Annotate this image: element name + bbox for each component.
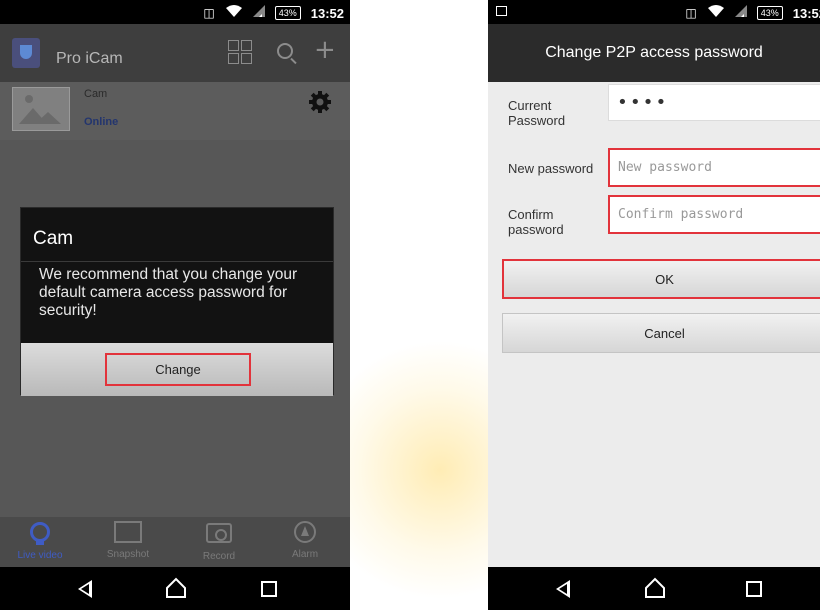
tab-snapshot[interactable]: Snapshot xyxy=(93,521,163,560)
search-icon xyxy=(277,43,293,59)
camera-settings-button[interactable] xyxy=(308,90,332,114)
recents-icon[interactable] xyxy=(261,581,277,597)
app-title: Pro iCam xyxy=(56,50,123,67)
grid-icon xyxy=(228,40,252,64)
home-icon[interactable] xyxy=(165,577,186,598)
confirm-password-label: Confirm password xyxy=(508,207,564,237)
phone-left-screen: ◫ 43% 13:52 Pro iCam + Cam Online Cam We… xyxy=(0,0,350,610)
camera-name: Cam xyxy=(84,88,108,100)
dialog-message: We recommend that you change your defaul… xyxy=(39,266,298,319)
clock: 13:52 xyxy=(310,5,344,21)
new-password-label: New password xyxy=(508,161,594,176)
bottom-tab-bar: Live video Snapshot Record Alarm xyxy=(0,517,350,567)
image-notification-icon xyxy=(496,6,507,16)
android-nav-bar xyxy=(488,567,820,610)
camera-status: Online xyxy=(84,116,119,128)
change-button[interactable]: Change xyxy=(105,353,251,386)
back-icon[interactable] xyxy=(556,580,570,598)
snapshot-icon xyxy=(114,521,142,543)
app-logo-icon xyxy=(12,38,40,68)
app-header: Pro iCam + xyxy=(0,24,350,82)
tab-label: Record xyxy=(202,551,236,562)
tab-label: Alarm xyxy=(291,549,319,560)
dialog-button-bar: Change xyxy=(21,343,333,396)
ok-button[interactable]: OK xyxy=(502,259,820,299)
status-bar: ◫ 43% 13:52 xyxy=(488,0,820,24)
android-nav-bar xyxy=(0,567,350,610)
search-button[interactable] xyxy=(277,40,293,59)
grid-view-button[interactable] xyxy=(228,40,252,64)
recents-icon[interactable] xyxy=(746,581,762,597)
phone-right-screen: ◫ 43% 13:52 Change P2P access password C… xyxy=(488,0,820,610)
tab-alarm[interactable]: Alarm xyxy=(270,521,340,560)
vibrate-icon: ◫ xyxy=(203,6,215,20)
live-video-icon xyxy=(30,522,50,545)
add-camera-button[interactable]: + xyxy=(314,35,336,65)
plus-icon: + xyxy=(314,35,336,65)
current-password-field[interactable]: •••• xyxy=(608,84,820,121)
back-icon[interactable] xyxy=(78,580,92,598)
wifi-icon xyxy=(707,4,725,22)
wifi-icon xyxy=(225,4,243,22)
battery-icon: 43% xyxy=(274,6,301,20)
clock: 13:52 xyxy=(792,5,820,21)
confirm-password-field[interactable]: Confirm password xyxy=(608,195,820,234)
dialog-divider xyxy=(21,261,333,262)
signal-icon xyxy=(734,5,747,21)
watermark xyxy=(350,300,488,610)
new-password-field[interactable]: New password xyxy=(608,148,820,187)
status-bar: ◫ 43% 13:52 xyxy=(0,0,350,24)
password-warning-dialog: Cam We recommend that you change your de… xyxy=(20,207,334,396)
dialog-title: Cam xyxy=(33,228,74,249)
signal-icon xyxy=(252,5,265,21)
tab-label: Live video xyxy=(17,550,63,561)
vibrate-icon: ◫ xyxy=(685,6,697,20)
camera-thumbnail-icon xyxy=(12,87,70,131)
tab-live-video[interactable]: Live video xyxy=(5,521,75,561)
alarm-icon xyxy=(294,521,316,543)
current-password-label: Current Password xyxy=(508,98,566,128)
camera-list-item[interactable]: Cam Online xyxy=(0,82,350,140)
tab-label: Snapshot xyxy=(106,549,150,560)
battery-icon: 43% xyxy=(756,6,783,20)
home-icon[interactable] xyxy=(644,577,665,598)
gear-icon xyxy=(309,91,331,113)
tab-record[interactable]: Record xyxy=(184,521,254,562)
cancel-button[interactable]: Cancel xyxy=(502,313,820,353)
record-icon xyxy=(206,523,232,543)
page-title: Change P2P access password xyxy=(488,24,820,82)
